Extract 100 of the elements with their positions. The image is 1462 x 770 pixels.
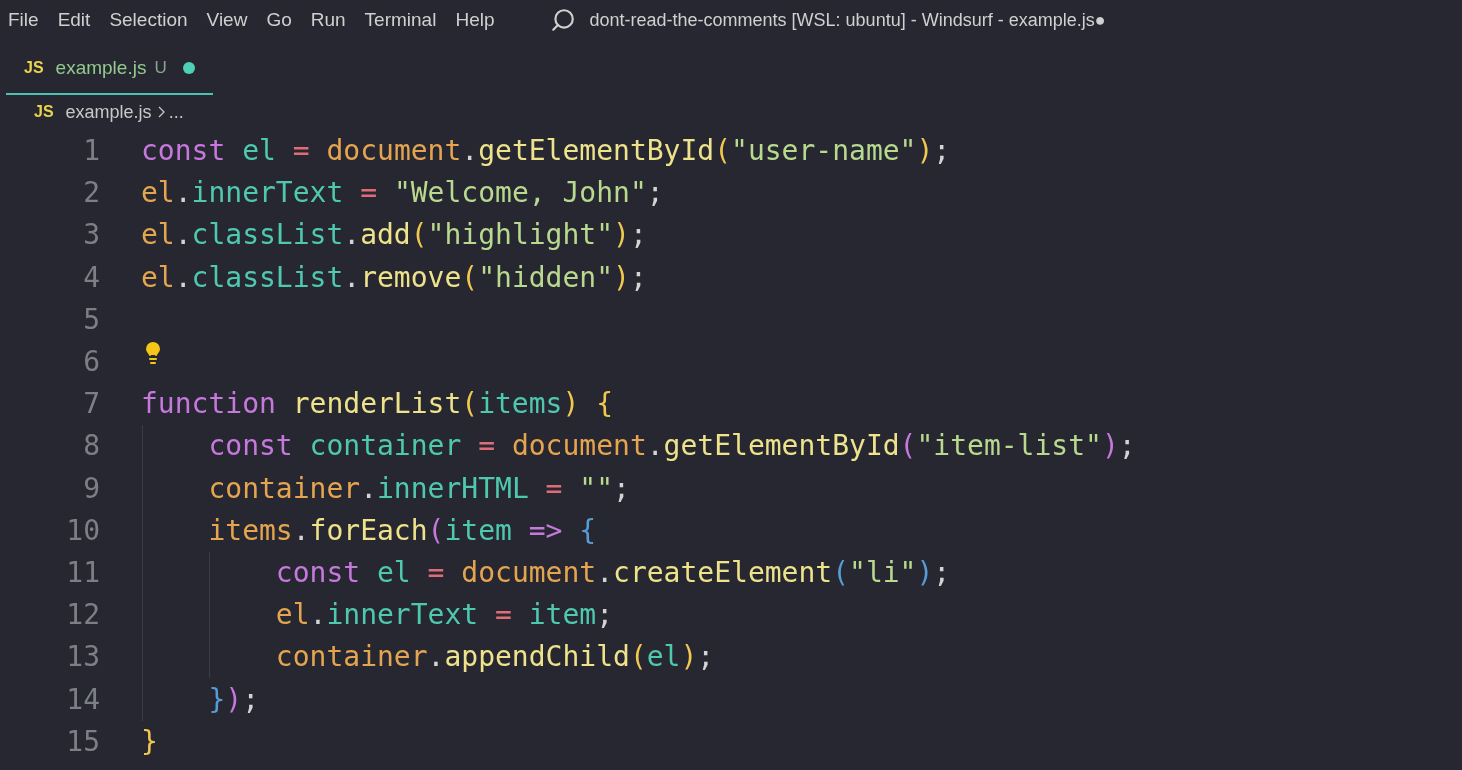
code-token: innerHTML (377, 474, 530, 503)
menu-item[interactable]: View (206, 5, 248, 35)
line-number: 13 (65, 643, 100, 672)
line-number: 2 (82, 179, 100, 208)
code-token: "" (579, 474, 614, 503)
code-token: ; (933, 558, 951, 587)
code-token: innerText (191, 179, 345, 208)
code-token: remove (360, 263, 462, 292)
editor-tab[interactable]: JS example.js U (6, 43, 213, 95)
code-token: container (207, 474, 361, 503)
code-token: ) (1101, 432, 1119, 461)
code-token: = (478, 432, 496, 461)
code-token: . (174, 179, 192, 208)
line-number: 8 (82, 432, 100, 461)
code-token: item (528, 601, 597, 630)
code-token: el (377, 558, 412, 587)
code-token: ( (629, 643, 647, 672)
code-token: . (427, 643, 445, 672)
code-token: ) (225, 685, 243, 714)
code-token: el (141, 179, 175, 208)
code-token: document (461, 558, 597, 587)
code-token: . (360, 474, 377, 503)
line-number: 1 (82, 137, 100, 166)
code-token: ; (646, 179, 664, 208)
line-number: 12 (65, 601, 100, 630)
code-token: = (545, 474, 564, 503)
menu-item[interactable]: Terminal (364, 5, 437, 35)
js-file-icon: JS (24, 56, 44, 80)
code-token: ; (933, 137, 951, 166)
code-token: ; (242, 685, 259, 714)
code-token: = (427, 558, 446, 587)
code-token: { (579, 516, 597, 545)
breadcrumb-item[interactable]: ... (168, 98, 184, 126)
menu-item[interactable]: File (8, 5, 39, 35)
code-token: items (478, 390, 563, 419)
code-token: document (511, 432, 647, 461)
code-token: ) (916, 137, 934, 166)
code-token: . (174, 263, 192, 292)
code-token: ; (1118, 432, 1136, 461)
code-token: "item-list" (916, 432, 1102, 461)
code-token: ; (596, 601, 614, 630)
code-token: el (141, 221, 175, 250)
code-token: ) (680, 643, 698, 672)
line-number: 14 (65, 685, 100, 714)
code-token: add (360, 221, 411, 250)
code-token: getElementById (478, 137, 715, 166)
code-token: renderList (292, 390, 462, 419)
code-token: = (360, 179, 378, 208)
code-token: ( (461, 390, 479, 419)
code-token: innerText (326, 601, 480, 630)
code-token: container (274, 643, 428, 672)
code-token: ; (697, 643, 715, 672)
code-token: . (646, 432, 664, 461)
search-icon[interactable] (549, 7, 576, 33)
code-token: . (343, 263, 361, 292)
line-number: 4 (82, 263, 100, 292)
code-token: "hidden" (478, 263, 614, 292)
code-token: ; (613, 474, 630, 503)
menu-item[interactable]: Selection (109, 5, 188, 35)
code-token: classList (191, 263, 344, 292)
code-token: ( (461, 263, 479, 292)
code-token: . (343, 221, 361, 250)
code-token: } (141, 727, 158, 756)
code-token: . (174, 221, 192, 250)
code-token: ) (916, 558, 934, 587)
chevron-icon (157, 106, 165, 118)
code-token: ( (899, 432, 917, 461)
code-token: forEach (309, 516, 428, 545)
line-number: 3 (82, 221, 100, 250)
breadcrumb-item[interactable]: example.js (65, 98, 152, 126)
code-token: appendChild (444, 643, 630, 672)
code-token: . (292, 516, 310, 545)
code-token: function (141, 390, 277, 419)
code-token: "Welcome, John" (393, 179, 647, 208)
line-number: 5 (82, 305, 100, 334)
code-token: ; (629, 263, 647, 292)
code-token: ( (832, 558, 850, 587)
code-token: . (309, 601, 327, 630)
code-token: getElementById (663, 432, 900, 461)
menu-item[interactable]: Go (266, 5, 292, 35)
code-token: ( (714, 137, 732, 166)
code-token: "highlight" (427, 221, 614, 250)
code-token: el (141, 263, 175, 292)
line-number: 7 (82, 390, 100, 419)
code-token: = (292, 137, 311, 166)
code-token: => (528, 516, 564, 545)
menu-item[interactable]: Edit (57, 5, 91, 35)
js-file-icon: JS (34, 100, 54, 124)
code-token: = (495, 601, 513, 630)
code-token: "li" (849, 558, 917, 587)
line-number: 9 (82, 474, 100, 503)
code-token: ( (427, 516, 445, 545)
menu-item[interactable]: Help (455, 5, 495, 35)
code-token: createElement (613, 558, 833, 587)
menu-item[interactable]: Run (310, 5, 346, 35)
untracked-status: U (154, 57, 167, 80)
code-token: const (274, 558, 362, 587)
code-token: el (274, 601, 310, 630)
line-number: 15 (65, 727, 100, 756)
code-token: ) (613, 221, 630, 250)
